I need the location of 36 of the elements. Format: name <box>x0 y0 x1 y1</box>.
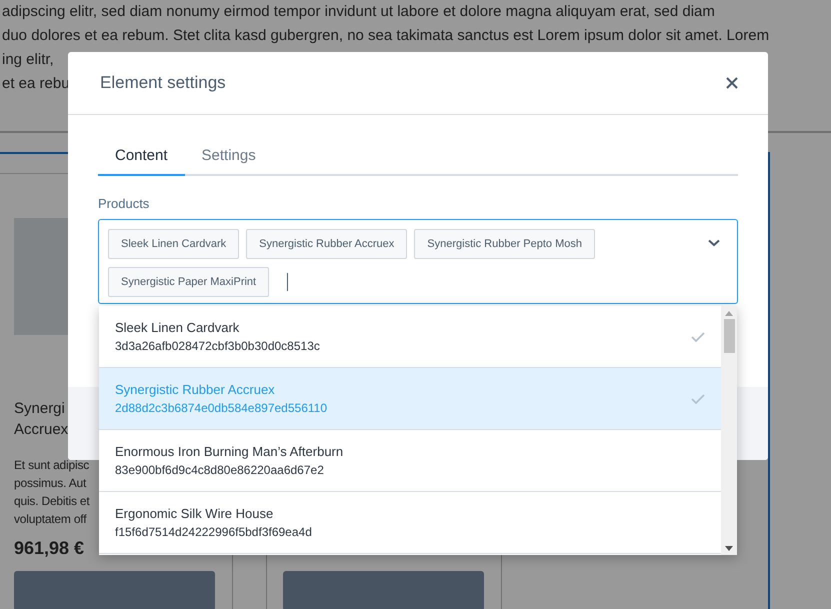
product-id: 83e900bf6d9c4c8d80e86220aa6d67e2 <box>115 462 325 478</box>
dropdown-option[interactable]: Ergonomic Silk Wire House f15f6d7514d24222996f5bdf3f69ea4d <box>99 492 721 554</box>
scrollbar[interactable] <box>721 306 737 555</box>
product-id: 3d3a26afb028472cbf3b0b30d0c8513c <box>115 338 320 354</box>
paragraph-line: duo dolores et ea rebum. Stet clita kasd gubergren, no sea takimata sanctus est Lorem ipsum dolor sit amet. Lorem <box>1 26 770 46</box>
product-description: quis. Debitis et <box>14 493 90 510</box>
selected-product-chip[interactable]: Sleek Linen Cardvark <box>108 229 240 259</box>
field-label: Products <box>98 196 150 211</box>
product-name: Ergonomic Silk Wire House <box>115 504 274 522</box>
product-multiselect[interactable]: Sleek Linen Cardvark Synergistic Rubber Accruex Synergistic Rubber Pepto Mosh Synergistic Paper MaxiPrint <box>98 219 738 304</box>
product-title: Accruex <box>14 420 68 440</box>
paragraph-line: ing elitr, <box>1 50 54 70</box>
selected-product-chip[interactable]: Synergistic Paper MaxiPrint <box>108 267 270 297</box>
scrollbar-thumb[interactable] <box>724 319 734 353</box>
chevron-down-icon[interactable] <box>708 239 720 247</box>
product-description: possimus. Aut <box>14 475 86 492</box>
tab[interactable]: Content <box>98 139 185 176</box>
scroll-up-arrow-icon[interactable] <box>725 311 733 316</box>
product-id: f15f6d7514d24222996f5bdf3f69ea4d <box>115 524 312 540</box>
paragraph-line: et ea rebu <box>1 74 70 94</box>
product-id: 2d88d2c3b6874e0db584e897ed556110 <box>115 400 327 416</box>
modal-title: Element settings <box>100 73 226 93</box>
product-name: Enormous Iron Burning Man’s Afterburn <box>115 442 344 460</box>
product-name: Synergistic Rubber Accruex <box>115 380 276 398</box>
close-icon[interactable] <box>726 77 738 89</box>
product-description: Et sunt adipisc <box>14 457 90 474</box>
selected-product-chip[interactable]: Synergistic Rubber Accruex <box>246 229 408 259</box>
selected-product-chip[interactable]: Synergistic Rubber Pepto Mosh <box>414 229 595 259</box>
scroll-down-arrow-icon[interactable] <box>725 546 733 551</box>
tab[interactable]: Settings <box>184 139 273 176</box>
product-price: 961,98 € <box>14 538 84 558</box>
text-cursor <box>287 273 288 291</box>
product-description: voluptatem off <box>14 511 86 528</box>
product-title: Synergi <box>14 399 65 419</box>
paragraph-line: adipscing elitr, sed diam nonumy eirmod tempor invidunt ut labore et dolore magna aliquyam erat, sed diam <box>1 2 715 22</box>
product-name: Sleek Linen Cardvark <box>115 318 240 336</box>
